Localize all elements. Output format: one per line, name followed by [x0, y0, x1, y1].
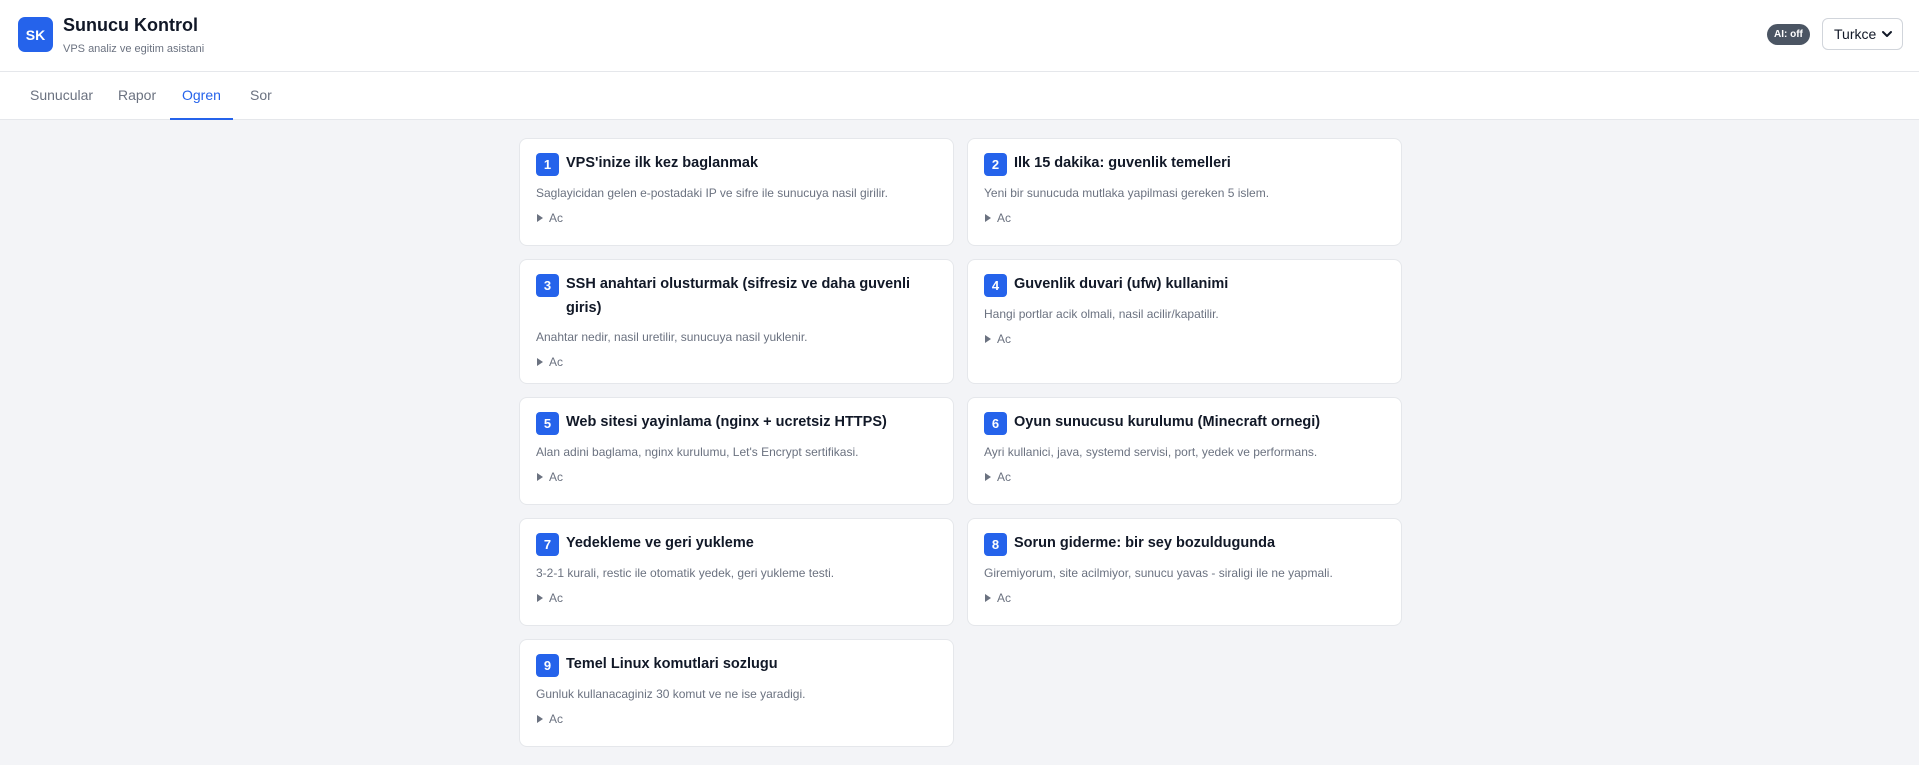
- lesson-expand-toggle[interactable]: Ac: [984, 470, 1385, 484]
- lesson-expand-toggle[interactable]: Ac: [984, 211, 1385, 225]
- lesson-expand-toggle[interactable]: Ac: [536, 355, 937, 369]
- app-subtitle: VPS analiz ve egitim asistani: [63, 43, 205, 55]
- lesson-description: Alan adini baglama, nginx kurulumu, Let'…: [536, 445, 859, 459]
- ai-status-badge[interactable]: AI: off: [1767, 24, 1810, 45]
- lesson-expand-label: Ac: [549, 211, 564, 225]
- lesson-description: Ayri kullanici, java, systemd servisi, p…: [984, 445, 1318, 459]
- lesson-expand-toggle[interactable]: Ac: [536, 211, 937, 225]
- lesson-description: 3-2-1 kurali, restic ile otomatik yedek,…: [536, 566, 835, 580]
- lesson-title: Temel Linux komutlari sozlugu: [566, 656, 778, 672]
- lesson-number: 9: [536, 654, 559, 677]
- lesson-expand-toggle[interactable]: Ac: [536, 591, 937, 605]
- lesson-card: 9 Temel Linux komutlari sozlugu Gunluk k…: [519, 639, 954, 747]
- lesson-expand-toggle[interactable]: Ac: [984, 332, 1385, 346]
- lesson-expand-label: Ac: [997, 211, 1012, 225]
- main-tabs: Sunucular Rapor Ogren Sor: [0, 72, 1919, 120]
- lesson-title: Guvenlik duvari (ufw) kullanimi: [1014, 276, 1229, 292]
- lesson-expand-label: Ac: [997, 332, 1012, 346]
- lesson-expand-toggle[interactable]: Ac: [536, 470, 937, 484]
- lesson-title: Web sitesi yayinlama (nginx + ucretsiz H…: [566, 414, 887, 430]
- lesson-title: Sorun giderme: bir sey bozuldugunda: [1014, 535, 1276, 551]
- lesson-number: 5: [536, 412, 559, 435]
- triangle-right-icon: [985, 214, 991, 222]
- lesson-grid: 1 VPS'inize ilk kez baglanmak Saglayicid…: [519, 138, 1402, 747]
- lesson-title: Yedekleme ve geri yukleme: [566, 535, 754, 551]
- tab-sor[interactable]: Sor: [238, 72, 284, 120]
- lesson-title: SSH anahtari olusturmak (sifresiz ve dah…: [566, 276, 911, 316]
- lesson-expand-label: Ac: [997, 591, 1012, 605]
- lesson-card: 7 Yedekleme ve geri yukleme 3-2-1 kurali…: [519, 518, 954, 626]
- lesson-expand-toggle[interactable]: Ac: [984, 591, 1385, 605]
- lesson-expand-label: Ac: [549, 355, 564, 369]
- lesson-expand-label: Ac: [549, 470, 564, 484]
- lesson-title: Oyun sunucusu kurulumu (Minecraft ornegi…: [1014, 414, 1321, 430]
- lesson-card: 6 Oyun sunucusu kurulumu (Minecraft orne…: [967, 397, 1402, 505]
- lesson-description: Giremiyorum, site acilmiyor, sunucu yava…: [984, 566, 1333, 580]
- lesson-expand-label: Ac: [997, 470, 1012, 484]
- lesson-number: 4: [984, 274, 1007, 297]
- lesson-title: Ilk 15 dakika: guvenlik temelleri: [1014, 155, 1231, 171]
- lesson-description: Saglayicidan gelen e-postadaki IP ve sif…: [536, 186, 888, 200]
- tab-sunucular[interactable]: Sunucular: [18, 72, 105, 120]
- triangle-right-icon: [537, 214, 543, 222]
- lesson-card: 2 Ilk 15 dakika: guvenlik temelleri Yeni…: [967, 138, 1402, 246]
- lesson-card: 3 SSH anahtari olusturmak (sifresiz ve d…: [519, 259, 954, 384]
- lesson-title: VPS'inize ilk kez baglanmak: [566, 155, 759, 171]
- tab-ogren[interactable]: Ogren: [170, 72, 233, 120]
- lesson-description: Yeni bir sunucuda mutlaka yapilmasi gere…: [984, 186, 1270, 200]
- lesson-expand-label: Ac: [549, 712, 564, 726]
- tab-rapor[interactable]: Rapor: [106, 72, 168, 120]
- language-select[interactable]: Turkce: [1822, 18, 1903, 50]
- lesson-card: 5 Web sitesi yayinlama (nginx + ucretsiz…: [519, 397, 954, 505]
- lesson-number: 7: [536, 533, 559, 556]
- app-header: SK Sunucu Kontrol VPS analiz ve egitim a…: [0, 0, 1919, 72]
- lesson-number: 2: [984, 153, 1007, 176]
- lesson-description: Hangi portlar acik olmali, nasil acilir/…: [984, 307, 1219, 321]
- triangle-right-icon: [537, 715, 543, 723]
- lesson-card: 4 Guvenlik duvari (ufw) kullanimi Hangi …: [967, 259, 1402, 384]
- app-logo: SK: [18, 17, 53, 52]
- triangle-right-icon: [537, 358, 543, 366]
- app-title: Sunucu Kontrol: [63, 15, 198, 35]
- triangle-right-icon: [985, 335, 991, 343]
- lesson-number: 8: [984, 533, 1007, 556]
- lesson-number: 3: [536, 274, 559, 297]
- lesson-card: 8 Sorun giderme: bir sey bozuldugunda Gi…: [967, 518, 1402, 626]
- language-select-value: Turkce: [1834, 26, 1877, 42]
- triangle-right-icon: [985, 594, 991, 602]
- triangle-right-icon: [537, 594, 543, 602]
- lesson-description: Anahtar nedir, nasil uretilir, sunucuya …: [536, 330, 808, 344]
- chevron-down-icon: [1882, 31, 1892, 37]
- triangle-right-icon: [985, 473, 991, 481]
- lesson-description: Gunluk kullanacaginiz 30 komut ve ne ise…: [536, 687, 806, 701]
- lesson-card: 1 VPS'inize ilk kez baglanmak Saglayicid…: [519, 138, 954, 246]
- lesson-expand-label: Ac: [549, 591, 564, 605]
- triangle-right-icon: [537, 473, 543, 481]
- lesson-expand-toggle[interactable]: Ac: [536, 712, 937, 726]
- lesson-number: 1: [536, 153, 559, 176]
- lesson-number: 6: [984, 412, 1007, 435]
